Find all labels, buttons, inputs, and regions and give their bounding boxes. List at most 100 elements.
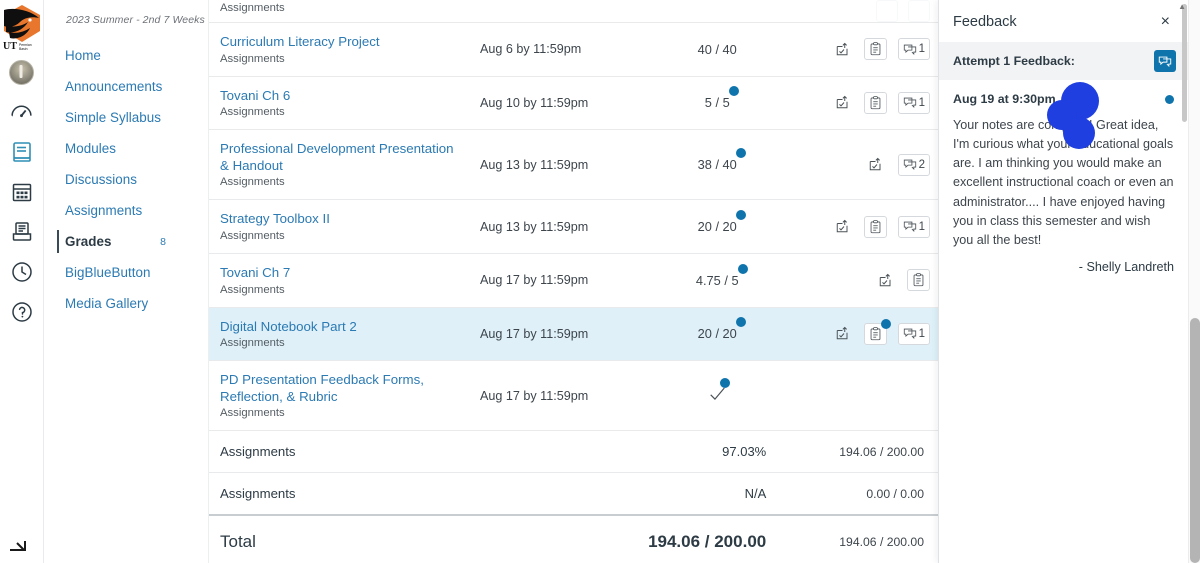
score-value: 40 / 40 [697,41,737,57]
course-nav-label: Simple Syllabus [65,110,162,125]
page-scrollbar[interactable] [1188,0,1200,563]
comment-icon[interactable]: 1 [897,91,930,114]
table-row[interactable]: Curriculum Literacy Project Assignments … [209,23,938,77]
submission-upload-icon[interactable] [864,154,887,176]
due-cell: Aug 17 by 11:59pm [479,326,589,341]
table-row[interactable]: PD Presentation Feedback Forms, Reflecti… [209,361,938,431]
group-total-points: 0.00 / 0.00 [794,472,938,516]
feedback-tray: Feedback × Attempt 1 Feedback: Aug 19 at… [938,0,1188,563]
assignment-link[interactable]: Digital Notebook Part 2 [220,319,466,336]
assignment-link[interactable]: Tovani Ch 6 [220,88,466,105]
feedback-text: Your notes are complete! Great idea, I'm… [953,118,1174,247]
rubric-icon[interactable] [875,0,898,22]
due-cell: Aug 13 by 11:59pm [479,157,589,172]
dashboard-icon[interactable] [0,92,44,132]
course-nav-item-bigbluebutton[interactable]: BigBlueButton [44,257,208,288]
scrollbar-thumb[interactable] [1182,4,1187,122]
inbox-icon[interactable] [0,212,44,252]
courses-icon[interactable] [0,132,44,172]
course-nav-label: Discussions [65,172,137,187]
course-nav-item-home[interactable]: Home [44,40,208,71]
feedback-tray-scrollbar[interactable] [1182,4,1187,559]
group-total-percent: 97.03% [640,430,795,474]
assignment-title-cell: Digital Notebook Part 2 Assignments [209,307,476,361]
table-row[interactable]: Tovani Ch 7 Assignments Aug 17 by 11:59p… [209,254,938,308]
submission-upload-icon[interactable] [831,216,854,238]
rubric-icon[interactable] [864,215,888,238]
score-value: 4.75 / 5 [695,272,739,288]
comment-icon[interactable] [908,0,930,22]
assignment-link[interactable]: Strategy Toolbox II [220,211,466,228]
course-nav-item-assignments[interactable]: Assignments [44,195,208,226]
feedback-date-row: Aug 19 at 9:30pm [953,92,1174,106]
ut-permian-basin-logo[interactable]: UT Permian Basin [0,0,44,52]
comment-icon[interactable]: 2 [897,153,930,176]
assignment-context: Assignments [220,2,285,14]
course-navigation: 2023 Summer - 2nd 7 Weeks Home Announcem… [44,0,209,563]
assignment-link[interactable]: PD Presentation Feedback Forms, Reflecti… [220,372,466,405]
rubric-icon[interactable] [864,91,888,114]
table-row[interactable]: Professional Development Presentation & … [209,130,938,200]
course-nav-item-simple-syllabus[interactable]: Simple Syllabus [44,102,208,133]
close-icon[interactable]: × [1157,12,1174,32]
table-row[interactable]: Strategy Toolbox II Assignments Aug 13 b… [209,200,938,254]
logo-svg: UT Permian Basin [3,5,40,51]
course-nav-list: Home Announcements Simple Syllabus Modul… [44,40,208,319]
feedback-author: - Shelly Landreth [1078,259,1174,274]
comment-count: 1 [918,220,925,233]
assignment-context: Assignments [220,176,285,189]
comment-icon[interactable]: 1 [897,215,930,238]
comment-icon[interactable] [1154,50,1176,72]
comment-count: 1 [918,43,925,56]
rubric-icon[interactable] [864,38,888,61]
group-total-spacer [475,430,641,474]
submission-upload-icon[interactable] [874,269,897,291]
submission-upload-icon[interactable] [831,38,854,60]
submission-upload-icon[interactable] [831,323,854,345]
new-grade-indicator-icon [719,378,730,389]
submission-upload-icon[interactable] [831,92,854,114]
group-total-percent: N/A [640,472,795,516]
table-row-selected[interactable]: Digital Notebook Part 2 Assignments Aug … [209,307,938,361]
help-icon[interactable] [0,292,44,332]
total-label: Total [209,514,476,563]
group-total-row: Assignments 97.03% 194.06 / 200.00 [209,430,938,474]
scroll-up-arrow-icon[interactable]: ▲ [1178,2,1186,11]
course-nav-label: Announcements [65,79,163,94]
assignment-link[interactable]: Professional Development Presentation & … [220,141,466,174]
course-nav-item-discussions[interactable]: Discussions [44,164,208,195]
unread-indicator-icon [1165,94,1174,104]
table-row-partial[interactable]: Assignments [209,0,938,23]
grades-table: Assignments Curriculum Literacy Project … [209,0,938,563]
feedback-tray-header: Feedback × [939,0,1188,42]
assignment-title-cell: Strategy Toolbox II Assignments [209,200,476,254]
global-navigation: UT Permian Basin [0,0,44,563]
assignment-link[interactable]: Curriculum Literacy Project [220,34,466,51]
account-avatar[interactable] [0,52,44,92]
rubric-icon[interactable] [864,318,892,345]
rubric-icon[interactable] [907,269,930,292]
course-nav-label: Media Gallery [65,296,149,311]
assignment-context: Assignments [220,337,285,350]
icons-cell [794,0,938,23]
course-nav-item-announcements[interactable]: Announcements [44,71,208,102]
assignment-context: Assignments [220,283,285,296]
comment-icon[interactable]: 1 [897,322,930,345]
calendar-icon[interactable] [0,172,44,212]
course-nav-item-grades[interactable]: Grades 8 [44,226,208,257]
scrollbar-thumb[interactable] [1190,318,1200,563]
assignment-context: Assignments [220,106,285,119]
history-icon[interactable] [0,252,44,292]
assignment-link[interactable]: Tovani Ch 7 [220,265,466,282]
comment-icon[interactable]: 1 [897,38,930,61]
final-total-row: Total 194.06 / 200.00 194.06 / 200.00 [209,514,938,563]
assignment-title-cell: PD Presentation Feedback Forms, Reflecti… [209,361,476,431]
table-row[interactable]: Tovani Ch 6 Assignments Aug 10 by 11:59p… [209,76,938,130]
icons-cell: 1 [794,200,938,254]
course-nav-item-media-gallery[interactable]: Media Gallery [44,288,208,319]
course-nav-label: Modules [65,141,116,156]
collapse-global-nav-button[interactable] [8,536,32,561]
course-nav-item-modules[interactable]: Modules [44,133,208,164]
new-grade-indicator-icon [728,86,739,97]
group-total-label: Assignments [209,430,476,474]
